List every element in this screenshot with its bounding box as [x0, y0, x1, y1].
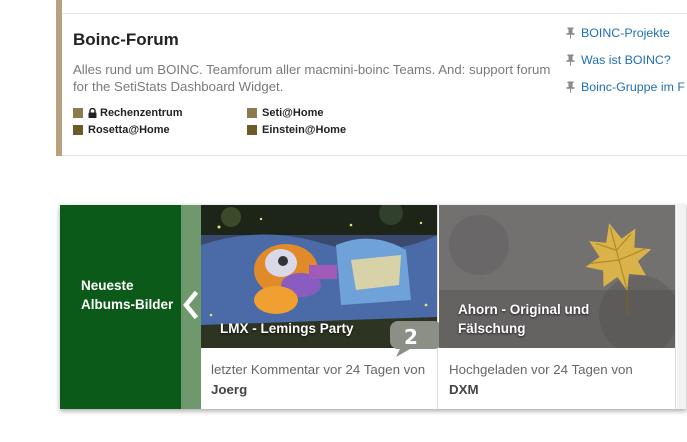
thread-link-label: BOINC-Projekte [581, 26, 670, 40]
subforum-label: Rosetta@Home [88, 124, 170, 136]
thread-link-label: Was ist BOINC? [581, 53, 671, 67]
forum-accent-bar [56, 0, 62, 156]
album-panel-label: Neueste Albums-Bilder [81, 278, 174, 312]
lock-icon [88, 108, 97, 118]
album-label-panel: Neueste Albums-Bilder [60, 205, 181, 409]
thread-link-boinc-gruppe[interactable]: Boinc-Gruppe im F [566, 80, 685, 94]
divider [62, 13, 687, 14]
album-card-user[interactable]: DXM [449, 382, 479, 397]
pin-icon [566, 27, 575, 39]
subforum-seti-at-home[interactable]: Seti@Home [247, 107, 323, 119]
album-card-user[interactable]: Joerg [211, 382, 247, 397]
album-card-caption: LMX - Lemings Party [220, 321, 354, 336]
thread-link-label: Boinc-Gruppe im F [581, 80, 685, 94]
comment-count: 2 [404, 325, 418, 349]
chevron-left-icon[interactable] [181, 291, 201, 319]
subforum-color-square [73, 108, 83, 118]
subforum-label: Seti@Home [262, 107, 324, 119]
forum-description: Alles rund um BOINC. Teamforum aller mac… [73, 62, 551, 94]
album-card[interactable]: LMX - Lemings Party 2 letzter Kommentar … [201, 205, 442, 409]
subforum-color-square [73, 125, 83, 135]
album-card-meta-text: letzter Kommentar vor 24 Tagen von [211, 362, 426, 377]
album-card-caption: Ahorn - Original und Fälschung [458, 302, 590, 336]
subforum-label: Rechenzentrum [100, 107, 183, 119]
album-card[interactable]: Ahorn - Original und Fälschung Hochgelad… [439, 205, 676, 409]
subforum-rosetta-at-home[interactable]: Rosetta@Home [73, 124, 170, 136]
subforum-label: Einstein@Home [262, 124, 347, 136]
subforum-color-square [247, 108, 257, 118]
forum-block: Boinc-Forum Alles rund um BOINC. Teamfor… [56, 0, 687, 156]
thread-link-was-ist-boinc[interactable]: Was ist BOINC? [566, 53, 671, 67]
album-card-partial[interactable] [677, 205, 687, 409]
subforum-einstein-at-home[interactable]: Einstein@Home [247, 124, 346, 136]
thread-link-boinc-projekte[interactable]: BOINC-Projekte [566, 26, 670, 40]
album-card-meta: Hochgeladen vor 24 Tagen von DXM [449, 360, 664, 400]
pin-icon [566, 54, 575, 66]
subforum-color-square [247, 125, 257, 135]
pin-icon [566, 81, 575, 93]
subforum-rechenzentrum[interactable]: Rechenzentrum [73, 107, 183, 119]
forum-title[interactable]: Boinc-Forum [73, 30, 179, 50]
album-card-meta: letzter Kommentar vor 24 Tagen von Joerg [211, 360, 426, 400]
album-widget: Neueste Albums-Bilder LMX - Lemings Part… [60, 205, 687, 409]
album-card-meta-text: Hochgeladen vor 24 Tagen von [449, 362, 633, 377]
